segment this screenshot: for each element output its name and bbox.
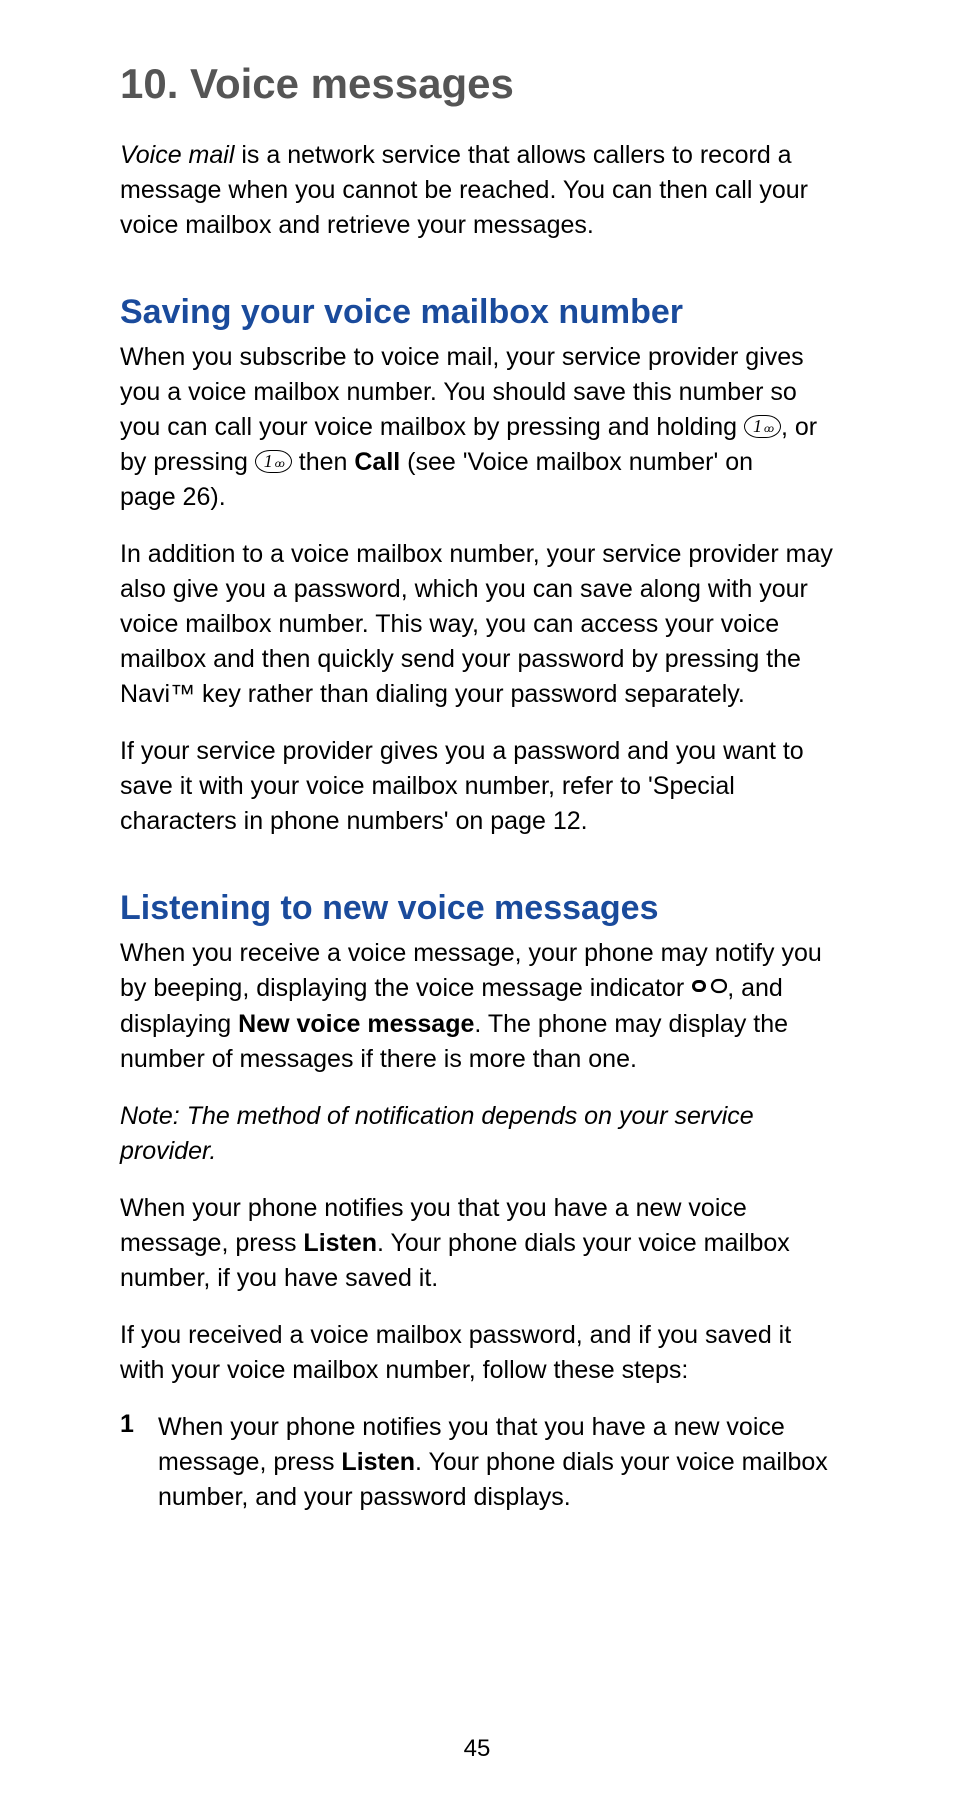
saving-paragraph-1: When you subscribe to voice mail, your s… <box>120 340 834 515</box>
listen-bold: Listen <box>341 1448 415 1476</box>
intro-paragraph: Voice mail is a network service that all… <box>120 138 834 243</box>
intro-lead-italic: Voice mail <box>120 141 234 169</box>
listen-bold: Listen <box>303 1229 377 1257</box>
step-item-1: 1 When your phone notifies you that you … <box>120 1410 834 1515</box>
key-1-voicemail-icon: 1oo <box>255 450 292 474</box>
section-heading-saving: Saving your voice mailbox number <box>120 293 834 332</box>
call-bold: Call <box>354 448 400 476</box>
listening-paragraph-1: When you receive a voice message, your p… <box>120 936 834 1077</box>
listening-paragraph-3: If you received a voice mailbox password… <box>120 1318 834 1388</box>
saving-paragraph-2: In addition to a voice mailbox number, y… <box>120 537 834 712</box>
key-1-voicemail-icon: 1oo <box>744 415 781 439</box>
section-heading-listening: Listening to new voice messages <box>120 889 834 928</box>
voicemail-indicator-icon <box>691 969 727 1004</box>
step-number: 1 <box>120 1410 158 1515</box>
page-number: 45 <box>0 1735 954 1763</box>
saving-paragraph-3: If your service provider gives you a pas… <box>120 734 834 839</box>
listening-note: Note: The method of notification depends… <box>120 1099 834 1169</box>
listening-paragraph-2: When your phone notifies you that you ha… <box>120 1191 834 1296</box>
steps-list: 1 When your phone notifies you that you … <box>120 1410 834 1515</box>
step-text: When your phone notifies you that you ha… <box>158 1410 834 1515</box>
new-voice-message-bold: New voice message <box>238 1010 474 1038</box>
chapter-title: 10. Voice messages <box>120 60 834 108</box>
